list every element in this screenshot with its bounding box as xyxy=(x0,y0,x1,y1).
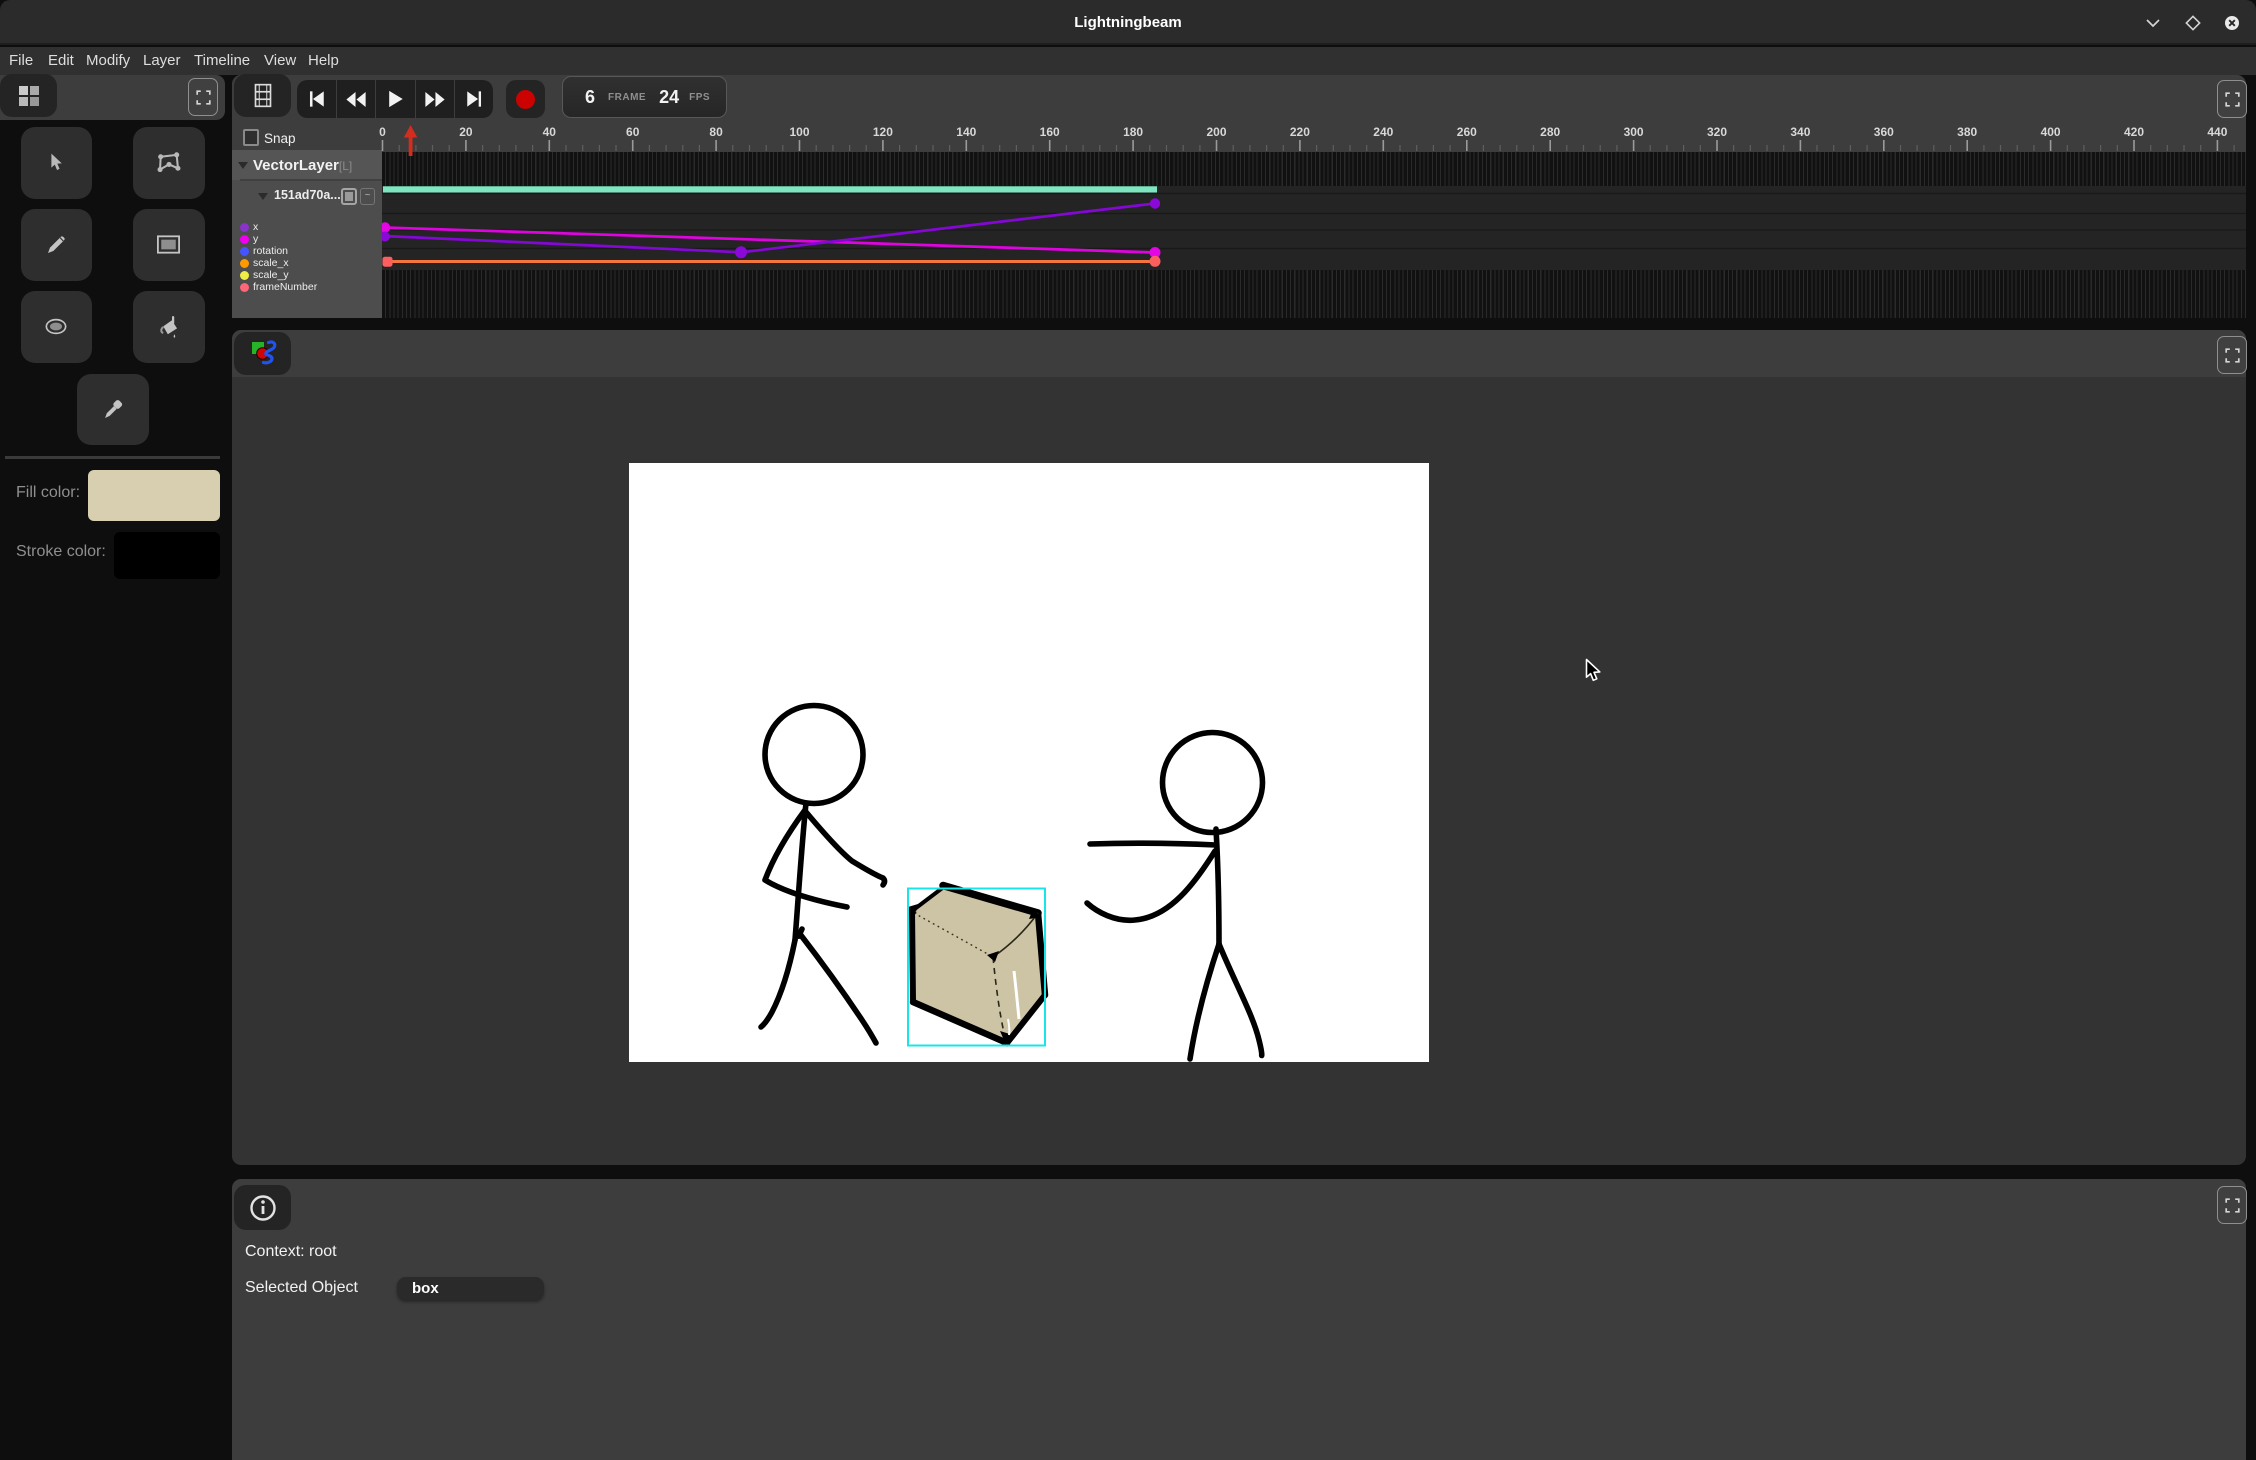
svg-text:20: 20 xyxy=(459,125,473,139)
svg-text:280: 280 xyxy=(1540,125,1560,139)
svg-text:180: 180 xyxy=(1123,125,1143,139)
svg-text:100: 100 xyxy=(789,125,809,139)
svg-text:140: 140 xyxy=(956,125,976,139)
svg-text:0: 0 xyxy=(379,125,386,139)
svg-text:300: 300 xyxy=(1624,125,1644,139)
svg-text:440: 440 xyxy=(2207,125,2227,139)
svg-text:200: 200 xyxy=(1206,125,1226,139)
svg-text:420: 420 xyxy=(2124,125,2144,139)
svg-text:320: 320 xyxy=(1707,125,1727,139)
svg-text:160: 160 xyxy=(1040,125,1060,139)
svg-text:260: 260 xyxy=(1457,125,1477,139)
svg-text:400: 400 xyxy=(2041,125,2061,139)
svg-text:380: 380 xyxy=(1957,125,1977,139)
svg-text:360: 360 xyxy=(1874,125,1894,139)
svg-text:60: 60 xyxy=(626,125,640,139)
svg-text:80: 80 xyxy=(709,125,723,139)
svg-text:120: 120 xyxy=(873,125,893,139)
svg-text:220: 220 xyxy=(1290,125,1310,139)
svg-text:340: 340 xyxy=(1790,125,1810,139)
svg-text:40: 40 xyxy=(543,125,557,139)
svg-text:240: 240 xyxy=(1373,125,1393,139)
